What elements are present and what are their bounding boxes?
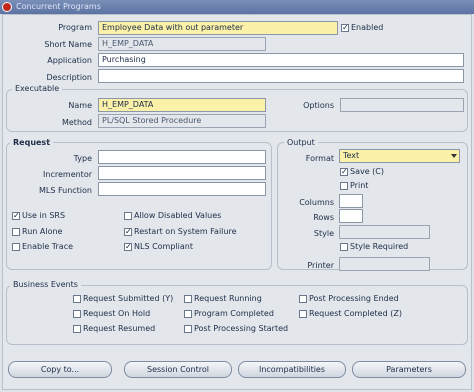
options-field[interactable]	[340, 98, 464, 112]
parameters-button[interactable]: Parameters	[352, 361, 466, 378]
printer-label: Printer	[307, 261, 334, 270]
style-label: Style	[313, 229, 334, 238]
request-group-title: Request	[10, 138, 54, 147]
allow-disabled-values-checkbox[interactable]	[124, 212, 132, 220]
window-title: Concurrent Programs	[16, 2, 101, 11]
format-label: Format	[305, 154, 334, 163]
restart-on-failure-checkbox[interactable]: ✓	[124, 228, 132, 236]
executable-group-title: Executable	[12, 84, 63, 93]
oracle-app-icon	[2, 2, 12, 12]
request-type-label: Type	[73, 154, 92, 163]
save-checkbox[interactable]: ✓	[340, 168, 348, 176]
print-label: Print	[350, 181, 369, 190]
method-label: Method	[61, 118, 92, 127]
print-checkbox[interactable]	[340, 182, 348, 190]
short-name-field[interactable]: H_EMP_DATA	[98, 37, 266, 51]
rows-label: Rows	[313, 213, 334, 222]
restart-on-failure-label: Restart on System Failure	[134, 227, 237, 236]
event-program-completed-checkbox[interactable]	[184, 310, 192, 318]
event-request-resumed-label: Request Resumed	[83, 324, 156, 333]
use-in-srs-label: Use in SRS	[22, 211, 66, 220]
request-type-field[interactable]	[98, 150, 266, 164]
description-label: Description	[46, 73, 92, 82]
event-post-processing-started-label: Post Processing Started	[194, 324, 289, 333]
rows-field[interactable]	[339, 209, 363, 223]
allow-disabled-values-label: Allow Disabled Values	[134, 211, 222, 220]
copy-to-button[interactable]: Copy to...	[8, 361, 112, 378]
short-name-label: Short Name	[44, 40, 92, 49]
incrementor-field[interactable]	[98, 166, 266, 180]
business-events-title: Business Events	[10, 280, 81, 289]
use-in-srs-checkbox[interactable]: ✓	[12, 212, 20, 220]
event-program-completed-label: Program Completed	[194, 309, 274, 318]
style-field[interactable]	[339, 225, 430, 239]
columns-label: Columns	[299, 198, 334, 207]
style-required-checkbox[interactable]	[340, 243, 348, 251]
style-required-label: Style Required	[350, 242, 409, 251]
save-label: Save (C)	[350, 167, 385, 176]
event-request-on-hold-label: Request On Hold	[83, 309, 151, 318]
run-alone-label: Run Alone	[22, 227, 63, 236]
nls-compliant-checkbox[interactable]: ✓	[124, 243, 132, 251]
output-group-title: Output	[284, 138, 318, 147]
incompatibilities-button[interactable]: Incompatibilities	[238, 361, 346, 378]
event-request-submitted-label: Request Submitted (Y)	[83, 294, 174, 303]
printer-field[interactable]	[339, 257, 430, 271]
mls-function-label: MLS Function	[38, 186, 92, 195]
event-request-resumed-checkbox[interactable]	[73, 325, 81, 333]
enabled-checkbox[interactable]: ✓	[341, 24, 349, 32]
description-field[interactable]	[98, 69, 464, 83]
event-request-running-label: Request Running	[194, 294, 262, 303]
run-alone-checkbox[interactable]	[12, 228, 20, 236]
event-request-running-checkbox[interactable]	[184, 295, 192, 303]
executable-name-field[interactable]: H_EMP_DATA	[98, 98, 266, 112]
event-request-on-hold-checkbox[interactable]	[73, 310, 81, 318]
enabled-label: Enabled	[351, 23, 384, 32]
enable-trace-checkbox[interactable]	[12, 243, 20, 251]
program-label: Program	[58, 23, 92, 32]
application-label: Application	[47, 56, 92, 65]
format-select[interactable]: Text	[339, 149, 460, 163]
program-field[interactable]: Employee Data with out parameter	[98, 21, 338, 35]
nls-compliant-label: NLS Compliant	[134, 242, 193, 251]
enable-trace-label: Enable Trace	[22, 242, 74, 251]
application-field[interactable]: Purchasing	[98, 53, 464, 67]
format-value: Text	[343, 151, 360, 160]
event-request-completed-label: Request Completed (Z)	[309, 309, 402, 318]
options-label: Options	[303, 101, 334, 110]
event-request-completed-checkbox[interactable]	[299, 310, 307, 318]
window-title-bar: Concurrent Programs	[0, 0, 474, 14]
event-post-processing-ended-checkbox[interactable]	[299, 295, 307, 303]
dropdown-arrow-icon[interactable]	[451, 154, 457, 158]
event-request-submitted-checkbox[interactable]	[73, 295, 81, 303]
incrementor-label: Incrementor	[43, 170, 92, 179]
method-field[interactable]: PL/SQL Stored Procedure	[98, 114, 266, 128]
event-post-processing-ended-label: Post Processing Ended	[309, 294, 399, 303]
event-post-processing-started-checkbox[interactable]	[184, 325, 192, 333]
mls-function-field[interactable]	[98, 182, 266, 196]
executable-name-label: Name	[68, 101, 92, 110]
session-control-button[interactable]: Session Control	[124, 361, 232, 378]
columns-field[interactable]	[339, 194, 363, 208]
